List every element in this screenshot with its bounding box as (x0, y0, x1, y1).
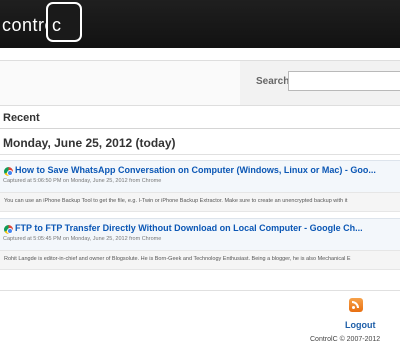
copyright-text: ControlC © 2007-2012 (310, 336, 381, 343)
search-bar: Search: (0, 60, 400, 106)
search-bar-shade (0, 61, 240, 105)
clip-meta: Captured at 5:05:45 PM on Monday, June 2… (3, 236, 162, 242)
clip-snippet: You can use an iPhone Backup Tool to get… (4, 198, 348, 204)
clip-snippet-box: You can use an iPhone Backup Tool to get… (0, 192, 400, 212)
clip-snippet: Rohit Langde is editor-in-chief and owne… (4, 256, 351, 262)
clip-snippet-box: Rohit Langde is editor-in-chief and owne… (0, 250, 400, 270)
clip-title-link[interactable]: How to Save WhatsApp Conversation on Com… (15, 165, 376, 175)
clip-header: FTP to FTP Transfer Directly Without Dow… (0, 218, 400, 251)
divider (0, 154, 400, 155)
rss-icon[interactable] (349, 298, 363, 312)
clip-title-link[interactable]: FTP to FTP Transfer Directly Without Dow… (15, 223, 363, 233)
logo-icon[interactable]: c (46, 2, 82, 42)
clip-header: How to Save WhatsApp Conversation on Com… (0, 160, 400, 193)
date-heading: Monday, June 25, 2012 (today) (3, 136, 176, 150)
divider (0, 128, 400, 129)
clip-meta: Captured at 5:06:50 PM on Monday, June 2… (3, 178, 162, 184)
section-title: Recent (3, 112, 40, 124)
divider (0, 290, 400, 291)
logout-link[interactable]: Logout (345, 320, 376, 330)
top-header: contro c (0, 0, 400, 48)
search-input[interactable] (288, 71, 400, 91)
logo-letter: c (52, 15, 61, 35)
chrome-icon (4, 225, 13, 234)
chrome-icon (4, 167, 13, 176)
